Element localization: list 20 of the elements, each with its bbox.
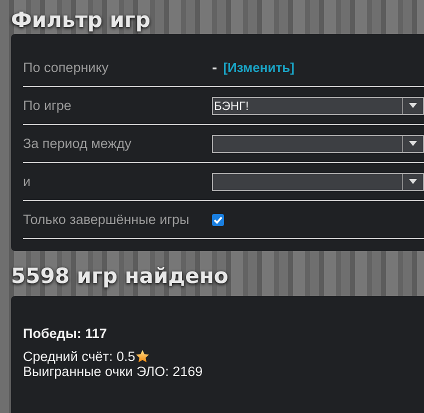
dropdown[interactable] [212, 172, 424, 190]
filter-label: Только завершённые игры [23, 212, 190, 227]
section-title: Фильтр игр [10, 7, 152, 34]
dropdown[interactable] [212, 134, 424, 152]
filter-label: и [23, 174, 32, 189]
wins-count: Победы: 117 [23, 326, 108, 341]
opponent-value: - [212, 60, 218, 75]
dropdown-arrow-icon [409, 141, 417, 146]
checkbox[interactable] [212, 214, 224, 226]
change-link[interactable]: [Изменить] [223, 60, 294, 75]
dropdown-arrow-icon [409, 179, 417, 184]
dropdown[interactable]: БЭНГ! [212, 96, 424, 114]
average-score: Средний счёт: 0.5 [23, 348, 136, 364]
elo-points: Выигранные очки ЭЛО: 2169 [23, 364, 204, 379]
dropdown-arrow-icon [409, 103, 417, 108]
filter-label: По сопернику [23, 60, 110, 75]
results-title: 5598 игр найдено [10, 263, 230, 290]
filter-label: По игре [23, 98, 72, 113]
filter-label: За период между [23, 136, 132, 151]
star-icon [135, 348, 150, 364]
